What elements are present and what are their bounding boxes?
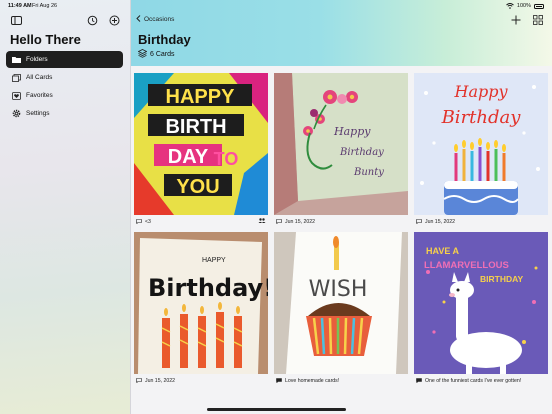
card-caption: Jun 15, 2022 <box>136 377 266 385</box>
comment-icon <box>276 218 282 226</box>
card-count-label: 6 Cards <box>150 51 175 58</box>
comment-icon <box>136 377 142 385</box>
card-caption: Love homemade cards! <box>276 377 406 385</box>
folder-icon <box>11 55 21 65</box>
card-caption-text: <3 <box>145 219 151 225</box>
stack-icon <box>137 49 148 60</box>
card-art-text: BIRTHDAY <box>480 274 523 284</box>
card-art-text: HAVE A <box>426 246 460 256</box>
status-date: Fri Aug 26 <box>32 3 58 9</box>
home-indicator[interactable] <box>207 408 346 411</box>
card-art-text: Birthday! <box>148 274 268 302</box>
card-caption: Jun 15, 2022 <box>276 218 406 226</box>
card-art-text: LLAMARVELLOUS <box>424 260 509 271</box>
main-content: Occasions Birthday 6 Cards HAPPY BIRTH D… <box>131 0 552 414</box>
sidebar-item-label: Folders <box>26 56 48 63</box>
card[interactable]: HAVE A LLAMARVELLOUS BIRTHDAY One of the… <box>414 232 548 384</box>
card-caption: One of the funniest cards I've ever gott… <box>416 377 546 385</box>
gear-icon <box>11 109 21 119</box>
sidebar-item-label: Favorites <box>26 92 53 99</box>
card-image[interactable]: HAVE A LLAMARVELLOUS BIRTHDAY <box>414 232 548 374</box>
card[interactable]: Happy Birthday Bunty Jun 15, 2022 <box>274 73 408 225</box>
card-art-text: Happy <box>333 125 371 138</box>
sidebar-toggle-icon[interactable] <box>10 14 22 26</box>
comment-icon <box>416 377 422 385</box>
page-title: Birthday <box>138 32 191 47</box>
status-right: 100% <box>506 3 544 9</box>
card-caption-text: One of the funniest cards I've ever gott… <box>425 378 522 384</box>
card[interactable]: WISH Love homemade cards! <box>274 232 408 384</box>
comment-icon <box>136 218 142 226</box>
card-art-text: TO <box>214 149 239 169</box>
battery-icon <box>534 3 544 9</box>
card-count: 6 Cards <box>137 49 175 60</box>
card[interactable]: HAPPY BIRTH DAY TO YOU <3 <box>134 73 268 225</box>
card-caption-text: Jun 15, 2022 <box>145 378 175 384</box>
sidebar-item-label: All Cards <box>26 74 53 81</box>
sidebar: Hello There Folders All Cards Favorites … <box>0 0 131 414</box>
card-caption-text: Love homemade cards! <box>285 378 340 384</box>
sidebar-list: Folders All Cards Favorites Settings <box>6 51 123 123</box>
status-bar: 11:49 AM Fri Aug 26 100% <box>0 0 552 12</box>
history-icon[interactable] <box>86 14 98 26</box>
grid-view-icon[interactable] <box>532 14 544 26</box>
cards-icon <box>11 73 21 83</box>
sidebar-toolbar <box>10 14 120 28</box>
card-caption-text: Jun 15, 2022 <box>285 219 315 225</box>
card-caption: Jun 15, 2022 <box>416 218 546 226</box>
card-art-text: HAPPY <box>166 86 236 108</box>
status-time: 11:49 AM <box>8 3 32 9</box>
card-image[interactable]: Happy Birthday <box>414 73 548 215</box>
add-circle-icon[interactable] <box>108 14 120 26</box>
card-art-text: HAPPY <box>202 257 226 264</box>
sidebar-item-settings[interactable]: Settings <box>6 105 123 122</box>
add-icon[interactable] <box>510 14 522 26</box>
card-art-text: Happy <box>453 82 508 101</box>
card-caption: <3 <box>136 218 266 226</box>
sidebar-item-label: Settings <box>26 110 50 117</box>
card-art-text: BIRTH <box>165 116 226 138</box>
card-image[interactable]: WISH <box>274 232 408 374</box>
sidebar-item-favorites[interactable]: Favorites <box>6 87 123 104</box>
card-art-text: Birthday <box>339 147 384 158</box>
card-art-text: YOU <box>176 176 219 198</box>
sidebar-item-folders[interactable]: Folders <box>6 51 123 68</box>
card-art-text: Bunty <box>353 167 384 178</box>
sidebar-title: Hello There <box>10 32 81 47</box>
card[interactable]: HAPPY Birthday! Jun 15, 2022 <box>134 232 268 384</box>
wifi-icon <box>506 3 514 9</box>
card-art-text: Birthday <box>441 107 522 128</box>
card-caption-text: Jun 15, 2022 <box>425 219 455 225</box>
comment-icon <box>416 218 422 226</box>
card-art-text: DAY <box>168 146 209 168</box>
back-label: Occasions <box>144 16 175 23</box>
card-image[interactable]: HAPPY Birthday! <box>134 232 268 374</box>
chevron-left-icon <box>136 15 141 24</box>
sidebar-item-all-cards[interactable]: All Cards <box>6 69 123 86</box>
comment-icon <box>276 377 282 385</box>
heart-icon <box>11 91 21 101</box>
battery-percent: 100% <box>516 3 531 9</box>
people-icon <box>258 218 266 225</box>
card-image[interactable]: Happy Birthday Bunty <box>274 73 408 215</box>
card-art-text: WISH <box>309 277 368 302</box>
header-tools <box>510 14 544 26</box>
card[interactable]: Happy Birthday Jun 15, 2022 <box>414 73 548 225</box>
card-image[interactable]: HAPPY BIRTH DAY TO YOU <box>134 73 268 215</box>
back-button[interactable]: Occasions <box>136 15 174 24</box>
